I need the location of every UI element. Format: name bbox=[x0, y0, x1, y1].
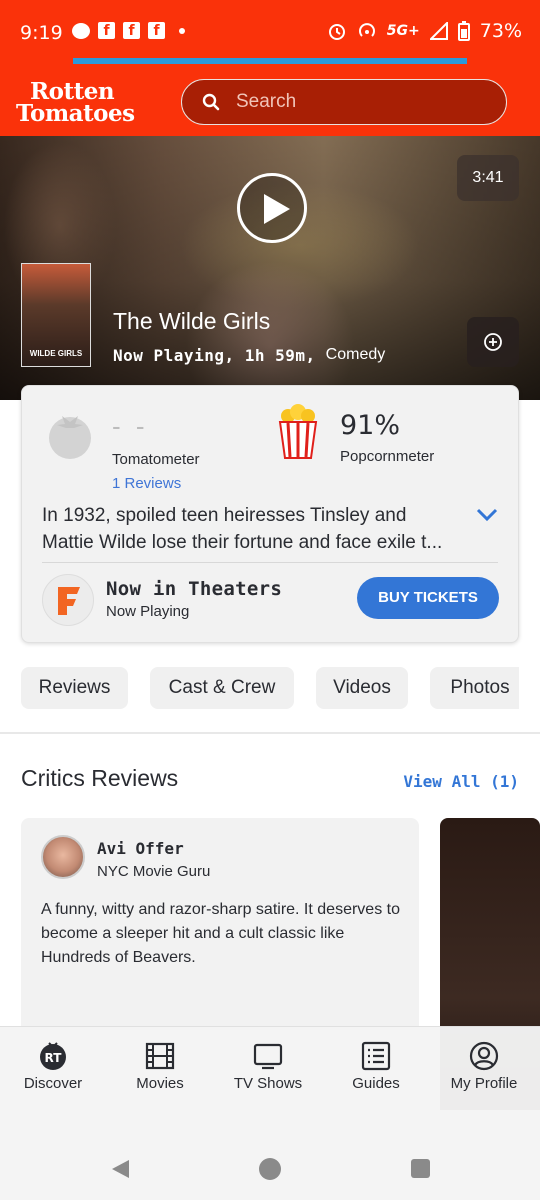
avatar bbox=[41, 835, 85, 879]
critic-publication: NYC Movie Guru bbox=[97, 863, 211, 880]
tomatometer-label: Tomatometer bbox=[112, 451, 200, 468]
app-header: Rotten Tomatoes bbox=[0, 68, 540, 136]
trailer-duration: 3:41 bbox=[457, 155, 519, 201]
facebook-icon: f bbox=[98, 22, 115, 39]
section-tabs: Reviews Cast & Crew Videos Photos bbox=[21, 667, 519, 709]
tab-cast-crew[interactable]: Cast & Crew bbox=[150, 667, 294, 709]
chat-bubble-icon bbox=[72, 22, 90, 39]
critic-name[interactable]: Avi Offer bbox=[97, 839, 184, 858]
back-icon[interactable] bbox=[109, 1158, 131, 1180]
recent-apps-icon[interactable] bbox=[411, 1159, 430, 1178]
page-load-progress bbox=[73, 58, 467, 64]
score-card: - - Tomatometer 1 Reviews 91% Popcornmet… bbox=[21, 385, 519, 643]
movie-status-runtime: Now Playing, 1h 59m, bbox=[113, 346, 316, 365]
facebook-icon: f bbox=[123, 22, 140, 39]
battery-level: 73% bbox=[479, 20, 522, 42]
theaters-title: Now in Theaters bbox=[106, 578, 283, 600]
system-navigation-bar bbox=[0, 1110, 540, 1200]
plus-circle-icon bbox=[484, 333, 502, 351]
buy-tickets-button[interactable]: BUY TICKETS bbox=[357, 577, 499, 619]
profile-icon bbox=[469, 1041, 499, 1071]
reviews-count-link[interactable]: 1 Reviews bbox=[112, 475, 181, 492]
nav-discover[interactable]: RT Discover bbox=[3, 1041, 103, 1092]
tab-photos[interactable]: Photos bbox=[430, 667, 519, 709]
tomatometer-score: - - bbox=[112, 411, 149, 441]
trailer-hero[interactable]: 3:41 WILDE GIRLS The Wilde Girls Now Pla… bbox=[0, 136, 540, 400]
movie-genre: Comedy bbox=[325, 346, 386, 363]
battery-icon bbox=[457, 21, 470, 41]
more-notifications-dot-icon bbox=[179, 27, 185, 34]
critics-reviews-heading: Critics Reviews bbox=[21, 765, 179, 791]
svg-text:RT: RT bbox=[45, 1051, 63, 1065]
search-bar[interactable] bbox=[181, 79, 507, 125]
play-trailer-button[interactable] bbox=[237, 173, 307, 243]
nav-movies[interactable]: Movies bbox=[110, 1041, 210, 1092]
film-icon bbox=[145, 1042, 175, 1070]
nav-tv-shows[interactable]: TV Shows bbox=[218, 1041, 318, 1092]
nav-my-profile[interactable]: My Profile bbox=[434, 1041, 534, 1092]
rotten-tomatoes-logo[interactable]: Rotten Tomatoes bbox=[16, 80, 158, 125]
facebook-icon: f bbox=[148, 22, 165, 39]
tab-reviews[interactable]: Reviews bbox=[21, 667, 128, 709]
tomato-empty-icon bbox=[49, 416, 91, 459]
movie-synopsis[interactable]: In 1932, spoiled teen heiresses Tinsley … bbox=[42, 502, 462, 556]
tab-videos[interactable]: Videos bbox=[316, 667, 408, 709]
alarm-icon bbox=[328, 24, 345, 40]
movie-meta: Now Playing, 1h 59m, Comedy bbox=[113, 346, 385, 365]
play-icon bbox=[264, 194, 290, 224]
popcorn-icon bbox=[278, 404, 318, 459]
bottom-navigation: RT Discover Movies TV Shows Guides My Pr… bbox=[0, 1026, 540, 1110]
movie-title: The Wilde Girls bbox=[113, 308, 271, 334]
add-to-watchlist-button[interactable] bbox=[467, 317, 519, 367]
view-all-link[interactable]: View All (1) bbox=[403, 772, 519, 791]
theaters-subtitle: Now Playing bbox=[106, 603, 190, 620]
rt-logo-icon: RT bbox=[40, 1042, 66, 1070]
search-input[interactable] bbox=[236, 91, 476, 113]
status-right: 5G+ 73% bbox=[327, 20, 522, 42]
network-type: 5G+ bbox=[386, 23, 420, 39]
chevron-down-icon[interactable] bbox=[476, 508, 498, 522]
popcornmeter-label: Popcornmeter bbox=[340, 448, 435, 465]
review-quote: A funny, witty and razor-sharp satire. I… bbox=[41, 901, 400, 966]
notification-icons: f f f bbox=[72, 22, 185, 39]
home-icon[interactable] bbox=[259, 1158, 281, 1180]
nav-guides[interactable]: Guides bbox=[326, 1041, 426, 1092]
fandango-logo bbox=[42, 574, 94, 626]
search-icon bbox=[202, 93, 220, 111]
status-time: 9:19 bbox=[20, 22, 63, 44]
movie-poster[interactable]: WILDE GIRLS bbox=[21, 263, 91, 367]
popcornmeter-score: 91% bbox=[340, 410, 401, 441]
list-icon bbox=[361, 1041, 391, 1071]
hotspot-icon bbox=[358, 23, 375, 37]
status-bar: 9:19 f f f 5G+ 73% bbox=[0, 0, 540, 68]
signal-icon bbox=[429, 22, 448, 40]
fandango-icon bbox=[58, 587, 80, 615]
tv-icon bbox=[253, 1043, 283, 1070]
